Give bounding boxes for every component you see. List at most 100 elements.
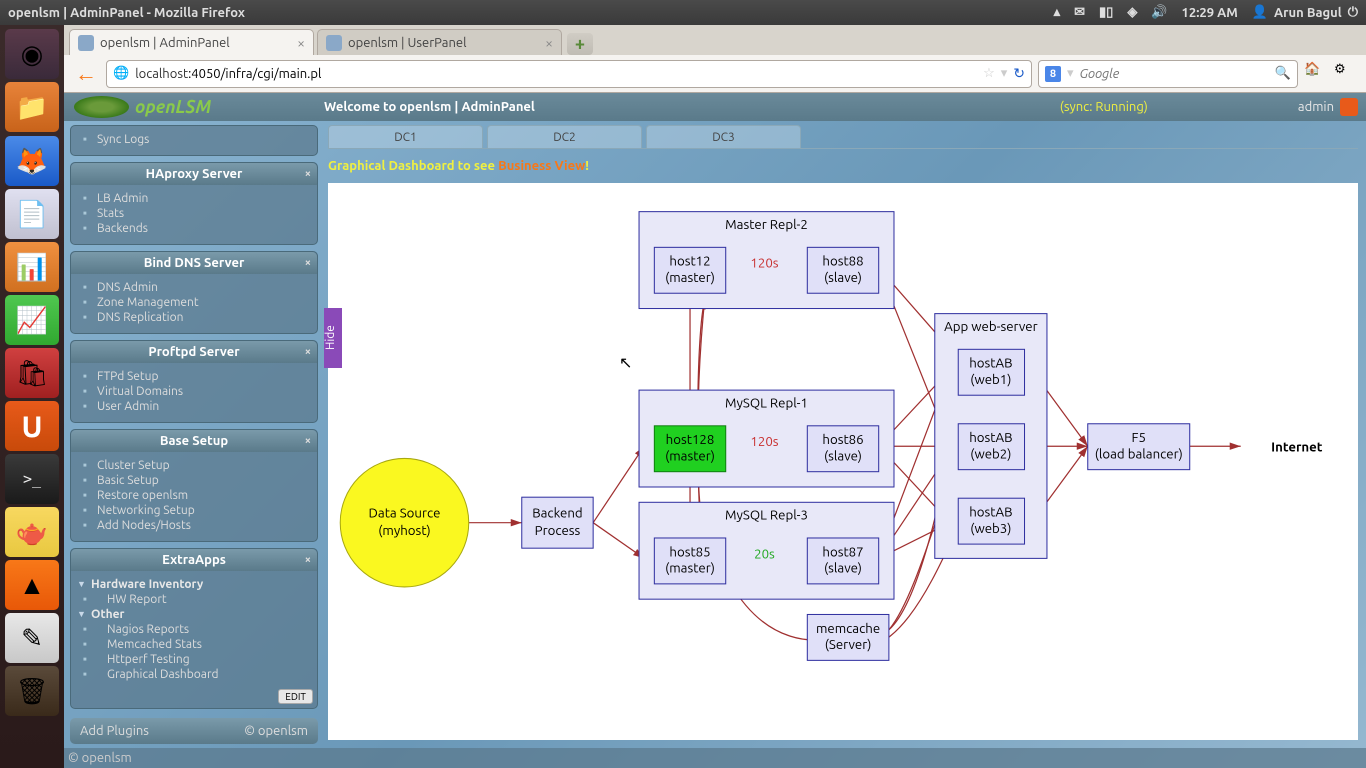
sidebar-panel-extraapps: ExtraApps× Hardware Inventory HW Report …	[70, 548, 318, 709]
clock[interactable]: 12:29 AM	[1182, 6, 1238, 20]
sidebar-item-backends[interactable]: Backends	[75, 221, 313, 236]
new-tab-button[interactable]: +	[567, 33, 593, 55]
sidebar-panel-bind: Bind DNS Server× DNS Admin Zone Manageme…	[70, 251, 318, 334]
address-bar: ← 🌐 localhost:4050/infra/cgi/main.pl ☆ ▾…	[64, 55, 1366, 93]
svg-text:F5: F5	[1132, 430, 1146, 445]
search-input[interactable]: 8 ▾ 🔍	[1038, 60, 1298, 88]
sidebar-item-dnsrepl[interactable]: DNS Replication	[75, 310, 313, 325]
svg-text:(web1): (web1)	[970, 372, 1011, 387]
app-logo[interactable]: openLSM	[64, 93, 324, 121]
sidebar-item-nagios[interactable]: Nagios Reports	[75, 622, 313, 637]
svg-text:Process: Process	[535, 523, 581, 538]
svg-text:Data Source: Data Source	[369, 506, 441, 521]
url-input[interactable]: 🌐 localhost:4050/infra/cgi/main.pl ☆ ▾ ↻	[106, 60, 1032, 88]
network-diagram: Data Source (myhost) Backend Process Mas…	[328, 183, 1358, 740]
impress-icon[interactable]: 📊	[5, 242, 59, 292]
writer-icon[interactable]: 📄	[5, 189, 59, 239]
logout-icon[interactable]	[1340, 98, 1358, 116]
dash-icon[interactable]: ◉	[5, 29, 59, 79]
svg-text:host86: host86	[822, 432, 863, 447]
add-plugins-link[interactable]: Add Plugins	[80, 724, 149, 738]
tab-close-icon[interactable]: ×	[297, 35, 305, 51]
home-button[interactable]: 🏠	[1304, 62, 1328, 86]
edit-button[interactable]: EDIT	[278, 689, 313, 704]
google-icon: 8	[1045, 66, 1061, 82]
collapse-icon[interactable]: ×	[305, 257, 311, 269]
ubuntuone-icon[interactable]: U	[5, 401, 59, 451]
sidebar-item-basic[interactable]: Basic Setup	[75, 473, 313, 488]
terminal-icon[interactable]: >_	[5, 454, 59, 504]
hide-sidebar-tab[interactable]: Hide	[324, 308, 342, 368]
app-footer: © openlsm	[64, 748, 1366, 768]
sidebar-item-synclogs[interactable]: Sync Logs	[75, 132, 313, 147]
logo-icon	[74, 96, 129, 118]
sidebar-item-zonemgmt[interactable]: Zone Management	[75, 295, 313, 310]
gedit-icon[interactable]: ✎	[5, 613, 59, 663]
power-icon[interactable]: ⏻	[1348, 5, 1358, 20]
svg-text:MySQL Repl-1: MySQL Repl-1	[725, 395, 808, 410]
calc-icon[interactable]: 📈	[5, 295, 59, 345]
sidebar-item-dnsadmin[interactable]: DNS Admin	[75, 280, 313, 295]
sidebar-item-network[interactable]: Networking Setup	[75, 503, 313, 518]
sidebar-item-hwreport[interactable]: HW Report	[75, 592, 313, 607]
tab-dc1[interactable]: DC1	[328, 125, 483, 148]
sidebar-group-other[interactable]: Other	[75, 607, 313, 622]
tab-dc3[interactable]: DC3	[646, 125, 801, 148]
user-icon: 👤	[1252, 5, 1268, 20]
sidebar-panel-basesetup: Base Setup× Cluster Setup Basic Setup Re…	[70, 429, 318, 542]
sidebar-item-cluster[interactable]: Cluster Setup	[75, 458, 313, 473]
sidebar-item-ftpd[interactable]: FTPd Setup	[75, 369, 313, 384]
tab-dc2[interactable]: DC2	[487, 125, 642, 148]
window-title: openlsm | AdminPanel - Mozilla Firefox	[8, 6, 1054, 20]
sidebar-group-hardware[interactable]: Hardware Inventory	[75, 577, 313, 592]
tools-icon[interactable]: ⚙	[1334, 62, 1358, 86]
firefox-icon[interactable]: 🦊	[5, 136, 59, 186]
sidebar-item-lbadmin[interactable]: LB Admin	[75, 191, 313, 206]
svg-text:(Server): (Server)	[825, 637, 872, 652]
tab-close-icon[interactable]: ×	[545, 35, 553, 51]
svg-text:20s: 20s	[754, 546, 775, 561]
reload-icon[interactable]: ↻	[1013, 65, 1025, 82]
app-header: openLSM Welcome to openlsm | AdminPanel …	[64, 93, 1366, 121]
svg-text:(master): (master)	[665, 561, 715, 576]
favicon-icon	[326, 35, 342, 51]
software-icon[interactable]: 🛍	[5, 348, 59, 398]
sidebar-item-stats[interactable]: Stats	[75, 206, 313, 221]
svg-text:(master): (master)	[665, 270, 715, 285]
search-icon[interactable]: 🔍	[1275, 66, 1291, 81]
sidebar-item-restore[interactable]: Restore openlsm	[75, 488, 313, 503]
collapse-icon[interactable]: ×	[305, 435, 311, 447]
sidebar-item-memcached[interactable]: Memcached Stats	[75, 637, 313, 652]
svg-text:App web-server: App web-server	[944, 319, 1037, 334]
wifi-icon[interactable]: ◈	[1127, 5, 1137, 20]
bookmark-icon[interactable]: ☆	[983, 66, 995, 81]
sound-icon[interactable]: 🔊	[1151, 5, 1167, 20]
svg-text:(load balancer): (load balancer)	[1095, 446, 1183, 461]
user-menu[interactable]: 👤 Arun Bagul ⏻	[1252, 5, 1358, 20]
back-button[interactable]: ←	[72, 60, 100, 88]
collapse-icon[interactable]: ×	[305, 554, 311, 566]
sidebar-item-dashboard[interactable]: Graphical Dashboard	[75, 667, 313, 682]
battery-icon[interactable]: ▮▯	[1099, 5, 1113, 20]
svg-text:host128: host128	[666, 432, 715, 447]
tab-adminpanel[interactable]: openlsm | AdminPanel ×	[69, 29, 314, 55]
sidebar-item-useradmin[interactable]: User Admin	[75, 399, 313, 414]
current-user: admin	[1298, 100, 1334, 114]
tea-icon[interactable]: 🫖	[5, 507, 59, 557]
sidebar-item-addnodes[interactable]: Add Nodes/Hosts	[75, 518, 313, 533]
vlc-icon[interactable]: ▲	[5, 560, 59, 610]
files-icon[interactable]: 📁	[5, 82, 59, 132]
sidebar-item-httperf[interactable]: Httperf Testing	[75, 652, 313, 667]
unity-launcher: ◉ 📁 🦊 📄 📊 📈 🛍 U >_ 🫖 ▲ ✎ 🗑	[0, 25, 64, 768]
svg-text:(myhost): (myhost)	[378, 523, 430, 538]
svg-text:hostAB: hostAB	[969, 356, 1012, 371]
collapse-icon[interactable]: ×	[305, 168, 311, 180]
trash-icon[interactable]: 🗑	[5, 666, 59, 716]
vlc-tray-icon[interactable]: ▴	[1054, 5, 1061, 20]
tab-userpanel[interactable]: openlsm | UserPanel ×	[317, 29, 562, 55]
favicon-icon	[78, 35, 94, 51]
svg-text:host85: host85	[669, 544, 710, 559]
collapse-icon[interactable]: ×	[305, 346, 311, 358]
sidebar-item-vdomains[interactable]: Virtual Domains	[75, 384, 313, 399]
mail-icon[interactable]: ✉	[1074, 5, 1085, 20]
